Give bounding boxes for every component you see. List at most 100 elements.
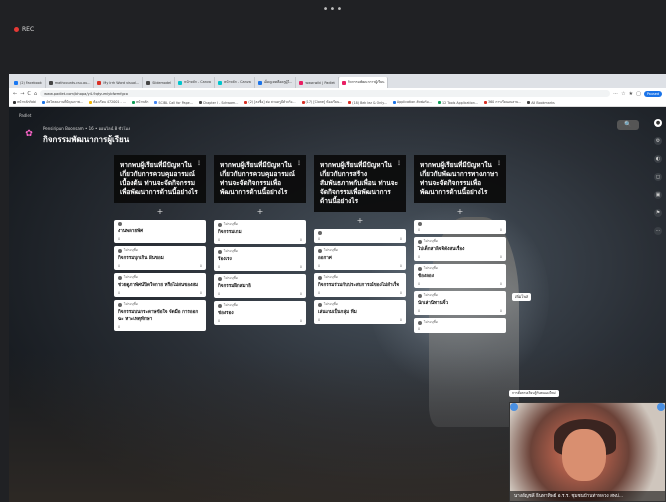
browser-tab[interactable]: (2) Facebook	[11, 77, 46, 88]
column-heading-text: หากพบผู้เรียนที่มีปัญหาในเกี่ยวกับการควบ…	[220, 161, 295, 196]
like-count[interactable]: 0	[218, 265, 220, 269]
reload-icon[interactable]: C	[27, 91, 31, 97]
post-card[interactable]: ไม่ระบุชื่อ 0	[414, 318, 506, 333]
comment-count[interactable]: 0	[300, 238, 302, 242]
comment-count[interactable]: 0	[300, 292, 302, 296]
comment-count[interactable]: 0	[500, 309, 502, 313]
comment-count[interactable]: 0	[300, 319, 302, 323]
bookmark-item[interactable]: Chapter I - Schwam...	[198, 101, 238, 105]
comment-count[interactable]: 0	[300, 265, 302, 269]
like-count[interactable]: 0	[118, 264, 120, 268]
sidebar-action-icon[interactable]: ⚑	[654, 209, 662, 217]
column-more-icon[interactable]: ⋮	[396, 159, 402, 168]
comment-count[interactable]: 0	[400, 264, 402, 268]
bookmark-item[interactable]: Application ลัทฟอร์ม...	[392, 100, 432, 105]
search-icon[interactable]: 🔍	[617, 120, 639, 130]
bookmark-item[interactable]: หน้าหลักFabi	[13, 100, 36, 105]
browser-tab[interactable]: www.wiki | Padlet	[296, 77, 339, 88]
post-card[interactable]: ไม่ระบุชื่อ ร้องเรง 0 0	[214, 247, 306, 271]
home-icon[interactable]: ⌂	[34, 91, 37, 97]
sidebar-action-icon[interactable]: ⚙	[654, 137, 662, 145]
column-more-icon[interactable]: ⋮	[196, 159, 202, 168]
comment-count[interactable]: 0	[400, 237, 402, 241]
sidebar-action-icon[interactable]: ◻	[654, 173, 662, 181]
bookmark-item[interactable]: SCIBL Call for Pape...	[154, 101, 193, 105]
url-field[interactable]: www.padlet.com/bhopa/y4-9qtyumiybfwmfgco	[40, 90, 611, 97]
bookmark-item[interactable]: 12 Tools Application...	[438, 101, 478, 105]
post-card[interactable]: ไม่ระบุชื่อ กิจกรรมร่วมกับประสบการณ์ของไม…	[314, 273, 406, 297]
post-card[interactable]: ไม่ระบุชื่อ กิจกรรมบุกเกิน ฝันขอม 0 0	[114, 246, 206, 270]
browser-tab[interactable]: mathcounts.csu.au...	[46, 77, 95, 88]
like-count[interactable]: 0	[318, 291, 320, 295]
comment-count[interactable]: 0	[200, 264, 202, 268]
comment-count[interactable]: 0	[400, 318, 402, 322]
bookmark-item[interactable]: (2) [ลงชื่อ] ต่อ สวนครูมีตัวจริง...	[244, 100, 296, 105]
post-card[interactable]: ไม่ระบุชื่อ ไปเด็กสาลิจจิดังสนเรื่อง 0 0	[414, 237, 506, 261]
post-card[interactable]: 00	[314, 229, 406, 243]
bookmark-item[interactable]: หน้าหลัก	[131, 100, 148, 105]
post-card[interactable]: ไม่ระบุชื่อ กิจกรรมบนกระดาษข้อใจ จัดมือ ก…	[114, 300, 206, 331]
post-card[interactable]: งานพลายพัศ 0	[114, 220, 206, 243]
post-card[interactable]: ไม่ระบุชื่อ ช่องรอง 0 0	[214, 301, 306, 325]
toolbar-icon[interactable]: ☆	[621, 91, 625, 97]
add-post-button[interactable]: +	[414, 207, 506, 216]
comment-count[interactable]: 0	[400, 291, 402, 295]
comment-count[interactable]: 0	[500, 282, 502, 286]
like-count[interactable]: 0	[418, 282, 420, 286]
toolbar-icon[interactable]: ★	[629, 91, 633, 97]
column-more-icon[interactable]: ⋮	[296, 159, 302, 168]
comment-count[interactable]: 0	[200, 291, 202, 295]
comment-count[interactable]: 0	[500, 255, 502, 259]
browser-tab[interactable]: เอ็ดดูเทคคือครูผู้ใ...	[255, 77, 297, 88]
bookmark-item[interactable]: (17) [Clone] ห้องเรียน...	[301, 100, 342, 105]
like-count[interactable]: 0	[318, 318, 320, 322]
post-card[interactable]: ไม่ระบุชื่อ ช้องลอง 0 0	[414, 264, 506, 288]
like-count[interactable]: 0	[218, 238, 220, 242]
browser-tab[interactable]: Slidemodel	[143, 77, 176, 88]
like-count[interactable]: 0	[118, 237, 120, 241]
back-icon[interactable]: ←	[13, 91, 17, 97]
toolbar-icon[interactable]: ⋯	[613, 91, 618, 97]
like-count[interactable]: 0	[118, 325, 120, 329]
profile-button[interactable]: Paused	[643, 90, 662, 97]
sidebar-action-icon[interactable]: ◐	[654, 155, 662, 163]
post-card[interactable]: ไม่ระบุชื่อ ช่วยดูภาพัศน์ปิดใจกาย หรือไม่…	[114, 273, 206, 297]
bookmark-item[interactable]: (18) Bek lez & Only...	[348, 101, 387, 105]
like-count[interactable]: 0	[218, 292, 220, 296]
like-count[interactable]: 0	[318, 264, 320, 268]
like-count[interactable]: 0	[418, 327, 420, 331]
like-count[interactable]: 0	[418, 228, 420, 232]
forward-icon[interactable]: →	[20, 91, 24, 97]
post-card[interactable]: 00	[414, 220, 506, 234]
bookmark-item[interactable]: All Bookmarks	[527, 101, 555, 105]
add-post-button[interactable]: +	[314, 216, 406, 225]
post-card[interactable]: ไม่ระบุชื่อ นักเล่านิทานจิ๋ว 0 0	[414, 291, 506, 315]
sidebar-action-icon[interactable]: ▣	[654, 191, 662, 199]
add-post-button[interactable]: +	[114, 207, 206, 216]
post-card[interactable]: ไม่ระบุชื่อ กิจกรรมเกม 0 0	[214, 220, 306, 244]
like-count[interactable]: 0	[118, 291, 120, 295]
post-card[interactable]: ไม่ระบุชื่อ เล่นเกมเป็นกลุ่ม ทีม 0 0	[314, 300, 406, 324]
browser-tab[interactable]: หน้าหลัก - Canva	[215, 77, 255, 88]
comment-count[interactable]: 0	[500, 228, 502, 232]
post-card[interactable]: ไม่ระบุชื่อ ออกาศ 0 0	[314, 246, 406, 270]
browser-tab[interactable]: หน้าหลัก - Canva	[175, 77, 215, 88]
add-post-tooltip[interactable]: เพิ่มโพส	[512, 293, 532, 301]
sidebar-action-icon[interactable]: ●	[654, 119, 662, 127]
like-count[interactable]: 0	[418, 309, 420, 313]
like-count[interactable]: 0	[218, 319, 220, 323]
column-more-icon[interactable]: ⋮	[496, 159, 502, 168]
sidebar-action-icon[interactable]: ⋯	[654, 227, 662, 235]
top-menu-dots[interactable]: •••	[0, 4, 666, 15]
padlet-breadcrumb[interactable]: Padlet	[19, 113, 31, 118]
like-count[interactable]: 0	[318, 237, 320, 241]
bookmark-item[interactable]: ห้องเรียน 472001 - ...	[89, 100, 126, 105]
like-count[interactable]: 0	[418, 255, 420, 259]
bookmark-item[interactable]: อัพโหลดงานที่มีคุณภาพ...	[42, 100, 83, 105]
add-post-button[interactable]: +	[214, 207, 306, 216]
toolbar-icon[interactable]: ▢	[636, 91, 641, 97]
post-card[interactable]: ไม่ระบุชื่อ กิจกรรมฝึกสมาธิ 0 0	[214, 274, 306, 298]
bookmark-item[interactable]: 360 การเรียนอนลาย...	[483, 100, 521, 105]
browser-tab[interactable]: กิจกรรมพัฒนาการผู้เรียน	[338, 77, 389, 88]
browser-tab[interactable]: My Irrh Word visual...	[94, 77, 144, 88]
